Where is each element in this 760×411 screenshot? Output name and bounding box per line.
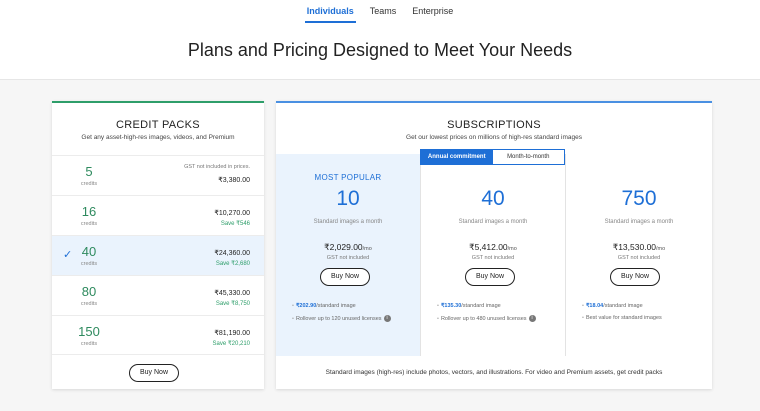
- credit-price: ₹24,360.00: [214, 250, 250, 257]
- plan-gst-note: GST not included: [617, 255, 661, 261]
- plan-column-750: 750 Standard images a month ₹13,530.00/m…: [566, 154, 712, 356]
- plan-column-10: MOST POPULAR 10 Standard images a month …: [276, 154, 421, 356]
- bullet: •: [582, 315, 584, 321]
- plan-description: Standard images a month: [604, 219, 674, 225]
- plan-price-period: /mo: [507, 246, 517, 252]
- credit-pack-row-150[interactable]: 150 credits ₹81,190.00 Save ₹20,210: [52, 315, 264, 355]
- month-to-month-option[interactable]: Month-to-month: [492, 150, 564, 164]
- credit-pack-row-40[interactable]: ✓ 40 credits ₹24,360.00 Save ₹2,680: [52, 235, 264, 275]
- plan-feature: • Best value for standard images: [582, 315, 662, 321]
- subscriptions-subtitle: Get our lowest prices on millions of hig…: [406, 134, 582, 141]
- most-popular-badge: MOST POPULAR: [314, 173, 382, 182]
- tab-teams[interactable]: Teams: [368, 0, 399, 23]
- credit-unit: credits: [80, 301, 98, 307]
- plan-image-count: 40: [481, 187, 505, 210]
- plan-price-line: ₹2,029.00/mo: [276, 242, 420, 253]
- plan-price-period: /mo: [362, 246, 372, 252]
- bullet: •: [437, 303, 439, 309]
- per-image-suffix: /standard image: [603, 303, 643, 309]
- credit-unit: credits: [80, 181, 98, 187]
- gst-note: GST not included in prices.: [184, 164, 250, 170]
- plan-price: ₹2,029.00: [324, 242, 363, 252]
- credit-count: 150: [78, 324, 100, 339]
- feature-text: Rollover up to 480 unused licenses: [440, 315, 527, 322]
- plan-tabs: Individuals Teams Enterprise: [0, 0, 760, 24]
- per-image-price: ₹135.30: [440, 303, 462, 309]
- plan-description: Standard images a month: [458, 219, 528, 225]
- bullet: •: [437, 315, 439, 322]
- credit-count: 80: [81, 284, 97, 299]
- plan-image-count: 10: [336, 187, 360, 210]
- tab-enterprise[interactable]: Enterprise: [410, 0, 455, 23]
- plan-10-buy-button[interactable]: Buy Now: [320, 268, 370, 286]
- bullet: •: [582, 303, 584, 309]
- credit-unit: credits: [80, 221, 98, 227]
- plan-price: ₹13,530.00: [612, 242, 657, 252]
- credit-savings: Save ₹8,750: [215, 301, 250, 307]
- per-image-price: ₹18.04: [585, 303, 604, 309]
- credit-pack-row-80[interactable]: 80 credits ₹45,330.00 Save ₹8,750: [52, 275, 264, 315]
- credit-unit: credits: [80, 261, 98, 267]
- billing-toggle: Annual commitment Month-to-month: [420, 149, 565, 165]
- subscriptions-footnote: Standard images (high-res) include photo…: [325, 369, 663, 376]
- plan-price: ₹5,412.00: [469, 242, 508, 252]
- plan-40-buy-button[interactable]: Buy Now: [465, 268, 515, 286]
- per-image-suffix: /standard image: [316, 303, 356, 309]
- credit-savings: Save ₹546: [220, 221, 250, 227]
- page-title: Plans and Pricing Designed to Meet Your …: [187, 40, 573, 60]
- credit-packs-subtitle: Get any asset-high-res images, videos, a…: [81, 134, 235, 141]
- credit-packs-title: CREDIT PACKS: [116, 119, 200, 131]
- credit-price: ₹3,380.00: [218, 177, 250, 184]
- credit-savings: Save ₹2,680: [215, 261, 250, 267]
- plan-image-count: 750: [621, 187, 657, 210]
- plan-per-image: • ₹202.90/standard image: [292, 303, 356, 309]
- checkmark-icon: ✓: [63, 249, 73, 261]
- plan-750-buy-button[interactable]: Buy Now: [610, 268, 660, 286]
- info-icon[interactable]: i: [528, 315, 536, 322]
- plan-price-period: /mo: [656, 246, 666, 252]
- credit-price: ₹81,190.00: [214, 330, 250, 337]
- header: Individuals Teams Enterprise Plans and P…: [0, 0, 760, 80]
- bullet: •: [292, 303, 294, 309]
- annual-commitment-option[interactable]: Annual commitment: [421, 150, 493, 164]
- credit-packs-card: CREDIT PACKS Get any asset-high-res imag…: [52, 101, 264, 389]
- plan-per-image: • ₹135.30/standard image: [437, 303, 501, 309]
- info-icon[interactable]: i: [383, 315, 391, 322]
- feature-text: Best value for standard images: [585, 315, 662, 321]
- plan-column-40: 40 Standard images a month ₹5,412.00/mo …: [421, 154, 566, 356]
- plan-gst-note: GST not included: [471, 255, 515, 261]
- credit-price: ₹45,330.00: [214, 290, 250, 297]
- subscriptions-card: SUBSCRIPTIONS Get our lowest prices on m…: [276, 101, 712, 389]
- credit-count: 5: [85, 164, 93, 179]
- plan-gst-note: GST not included: [326, 255, 370, 261]
- credit-unit: credits: [80, 341, 98, 347]
- credit-price: ₹10,270.00: [214, 210, 250, 217]
- per-image-price: ₹202.90: [295, 303, 317, 309]
- plan-price-line: ₹5,412.00/mo: [421, 242, 565, 253]
- per-image-suffix: /standard image: [461, 303, 501, 309]
- credit-count: 40: [81, 244, 97, 259]
- subscriptions-title: SUBSCRIPTIONS: [447, 119, 541, 131]
- plan-per-image: • ₹18.04/standard image: [582, 303, 643, 309]
- credit-count: 16: [81, 204, 97, 219]
- feature-text: Rollover up to 120 unused licenses: [295, 315, 382, 322]
- tab-individuals[interactable]: Individuals: [304, 0, 356, 23]
- credit-savings: Save ₹20,210: [212, 341, 250, 347]
- credit-pack-row-5[interactable]: 5 credits GST not included in prices. ₹3…: [52, 155, 264, 195]
- credit-packs-buy-button[interactable]: Buy Now: [129, 364, 179, 382]
- credit-pack-row-16[interactable]: 16 credits ₹10,270.00 Save ₹546: [52, 195, 264, 235]
- plan-description: Standard images a month: [313, 219, 383, 225]
- plan-price-line: ₹13,530.00/mo: [566, 242, 712, 253]
- plan-feature: • Rollover up to 480 unused licenses i: [437, 315, 536, 322]
- plan-feature: • Rollover up to 120 unused licenses i: [292, 315, 391, 322]
- bullet: •: [292, 315, 294, 322]
